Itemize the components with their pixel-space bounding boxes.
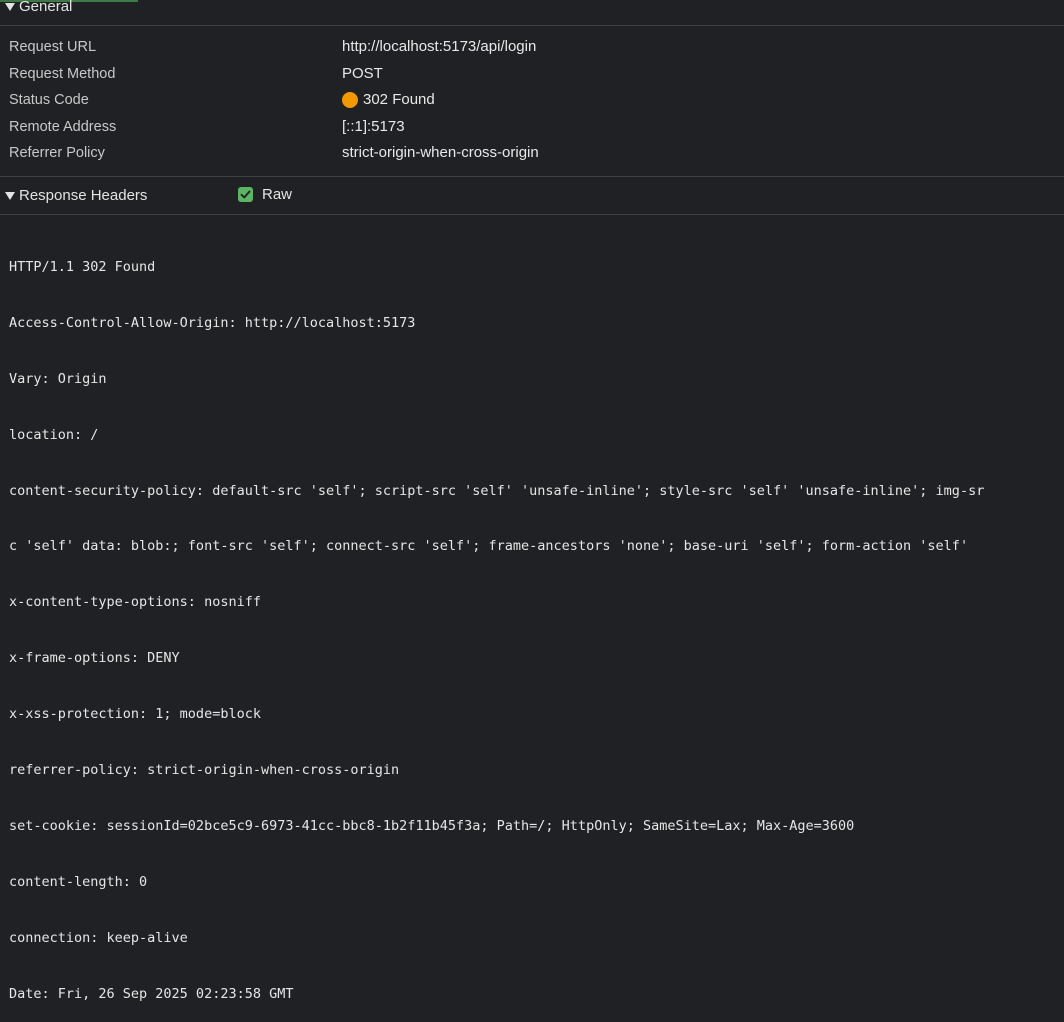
- raw-header-line: content-security-policy: default-src 'se…: [9, 482, 985, 499]
- status-code-value-wrapper[interactable]: 302 Found: [342, 91, 435, 108]
- general-row-request-method: Request Method POST: [0, 61, 1064, 88]
- general-row-referrer-policy: Referrer Policy strict-origin-when-cross…: [0, 140, 1064, 167]
- raw-checkbox[interactable]: [238, 187, 253, 202]
- status-code-value: 302 Found: [363, 91, 435, 109]
- checkmark-icon: [240, 190, 251, 199]
- general-table: Request URL http://localhost:5173/api/lo…: [0, 34, 1064, 167]
- remote-address-label: Remote Address: [9, 118, 117, 135]
- raw-header-line: Date: Fri, 26 Sep 2025 02:23:58 GMT: [9, 985, 294, 1002]
- raw-toggle[interactable]: Raw: [238, 186, 292, 203]
- raw-header-line: c 'self' data: blob:; font-src 'self'; c…: [9, 538, 969, 555]
- raw-response-headers[interactable]: HTTP/1.1 302 Found Access-Control-Allow-…: [9, 224, 1064, 1022]
- referrer-policy-label: Referrer Policy: [9, 145, 105, 162]
- raw-header-line: Access-Control-Allow-Origin: http://loca…: [9, 314, 416, 331]
- request-url-label: Request URL: [9, 39, 97, 55]
- expand-triangle-icon[interactable]: [5, 2, 15, 11]
- response-headers-title: Response Headers: [19, 187, 148, 204]
- raw-header-line: Vary: Origin: [9, 370, 107, 387]
- raw-header-line: x-xss-protection: 1; mode=block: [9, 706, 261, 723]
- general-row-request-url: Request URL http://localhost:5173/api/lo…: [0, 34, 1064, 61]
- general-section-title: General: [19, 0, 73, 15]
- general-row-status-code: Status Code 302 Found: [0, 87, 1064, 114]
- status-code-label: Status Code: [9, 92, 89, 109]
- referrer-policy-value[interactable]: strict-origin-when-cross-origin: [342, 144, 539, 161]
- raw-header-line: connection: keep-alive: [9, 929, 188, 946]
- general-section-header[interactable]: General: [0, 0, 1064, 26]
- raw-header-line: x-content-type-options: nosniff: [9, 594, 261, 611]
- expand-triangle-icon[interactable]: [5, 191, 15, 200]
- raw-header-line: content-length: 0: [9, 873, 148, 890]
- raw-header-line: HTTP/1.1 302 Found: [9, 259, 156, 275]
- general-row-remote-address: Remote Address [::1]:5173: [0, 114, 1064, 141]
- raw-header-line: x-frame-options: DENY: [9, 650, 180, 667]
- remote-address-value[interactable]: [::1]:5173: [342, 118, 405, 135]
- raw-header-line: set-cookie: sessionId=02bce5c9-6973-41cc…: [9, 817, 855, 834]
- request-method-label: Request Method: [9, 65, 116, 82]
- raw-header-line: location: /: [9, 426, 99, 443]
- request-method-value[interactable]: POST: [342, 65, 383, 82]
- raw-header-line: referrer-policy: strict-origin-when-cros…: [9, 762, 400, 779]
- status-dot-icon: [342, 91, 358, 108]
- response-headers-section-header[interactable]: Response Headers Raw: [0, 176, 1064, 215]
- raw-label: Raw: [262, 186, 293, 203]
- request-url-value[interactable]: http://localhost:5173/api/login: [342, 38, 536, 55]
